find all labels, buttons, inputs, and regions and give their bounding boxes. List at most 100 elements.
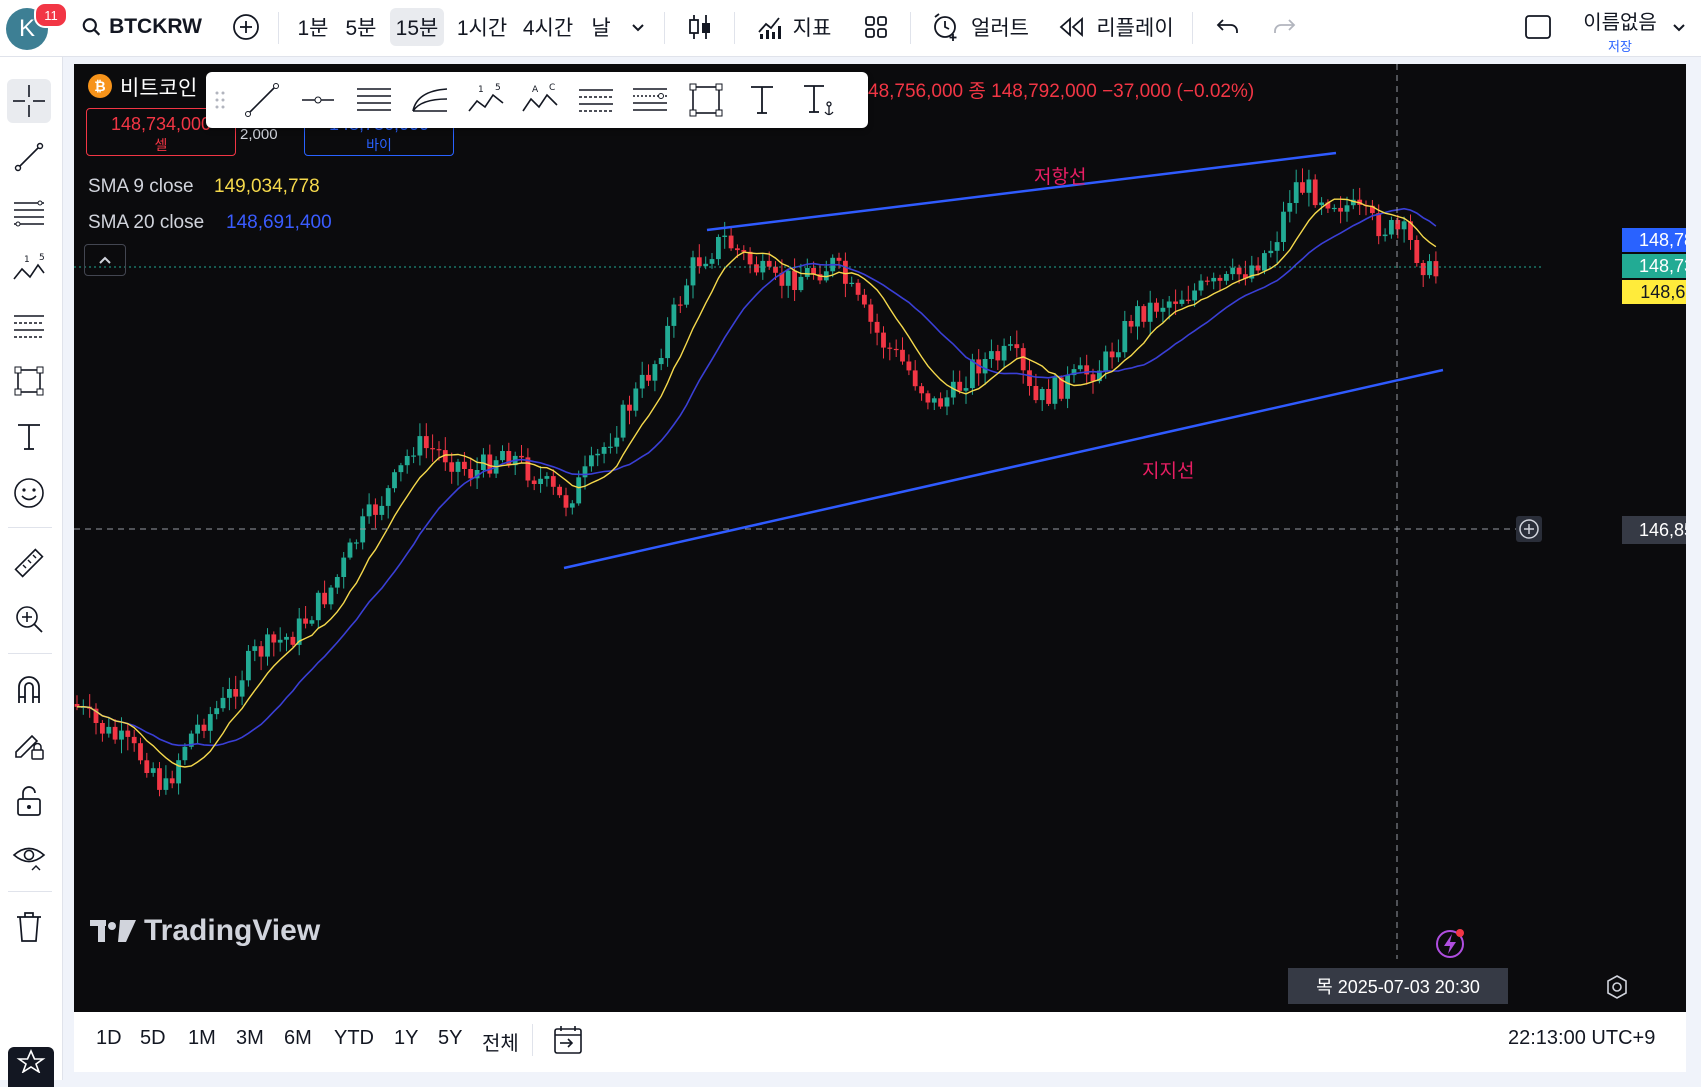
layout-name-button[interactable]: 이름없음 저장 [1570, 6, 1670, 55]
draw-forecast[interactable] [574, 80, 618, 120]
candle-body [1230, 267, 1236, 275]
favorites-tool[interactable] [8, 1047, 54, 1087]
notification-badge: 11 [34, 2, 68, 28]
chart-settings-button[interactable] [1604, 974, 1630, 1000]
interval-4h[interactable]: 4시간 [520, 8, 576, 46]
candle-body [138, 743, 143, 761]
clock-timezone[interactable]: 22:13:00 UTC+9 [1508, 1027, 1655, 1050]
candle-body [1395, 220, 1401, 230]
lightning-icon-wrapper[interactable] [1434, 926, 1468, 960]
delete-drawings-tool[interactable] [7, 905, 51, 949]
bitcoin-icon: ₿ [88, 74, 112, 98]
fullscreen-button[interactable] [1520, 8, 1556, 46]
candle-body [963, 388, 969, 391]
alarm-clock-icon [934, 13, 957, 41]
candle-body [455, 461, 461, 472]
draw-text[interactable] [740, 80, 784, 120]
candle-body [214, 708, 220, 715]
draw-parallel-channel[interactable] [352, 80, 396, 120]
chart-pane[interactable]: ₿ 비트코인 48,756,000 종 148,792,000 −37,000 … [74, 64, 1686, 1012]
price-label-sma9: 148,668,111 [1622, 280, 1686, 304]
fib-tool[interactable] [7, 191, 51, 235]
interval-1h[interactable]: 1시간 [454, 8, 510, 46]
text-tool[interactable] [7, 415, 51, 459]
candle-body [284, 636, 289, 640]
candle-body [1179, 299, 1185, 304]
draw-pitchfork[interactable] [408, 80, 452, 120]
range-3m[interactable]: 3M [236, 1027, 264, 1050]
trend-line-tool[interactable] [7, 135, 51, 179]
candle-body [106, 726, 112, 734]
range-6m[interactable]: 6M [284, 1027, 312, 1050]
candle-body [569, 503, 575, 508]
candle-body [131, 736, 137, 744]
chart-type-button[interactable] [680, 8, 720, 46]
search-icon [82, 18, 101, 36]
undo-button[interactable] [1210, 8, 1246, 46]
hide-drawings-tool[interactable] [7, 835, 51, 879]
symbol-search-button[interactable]: BTCKRW [82, 8, 202, 46]
redo-button[interactable] [1266, 8, 1302, 46]
measure-tool[interactable] [7, 541, 51, 585]
add-alert-button[interactable] [1516, 516, 1542, 542]
layout-menu-button[interactable] [1666, 8, 1692, 46]
indicators-icon [757, 17, 781, 39]
candle-body [595, 453, 601, 456]
emoji-tool[interactable] [7, 471, 51, 515]
drag-handle[interactable] [210, 80, 230, 120]
lock-drawing-tool[interactable] [7, 723, 51, 767]
candle-body [227, 689, 232, 698]
interval-5m[interactable]: 5분 [340, 8, 382, 46]
replay-button[interactable]: 리플레이 [1056, 8, 1176, 46]
range-1d[interactable]: 1D [96, 1027, 122, 1050]
candle-body [804, 268, 810, 277]
interval-dropdown[interactable] [624, 8, 652, 46]
alert-button[interactable]: 얼러트 [928, 8, 1032, 46]
range-1m[interactable]: 1M [188, 1027, 216, 1050]
draw-date-range[interactable] [628, 80, 672, 120]
candle-body [658, 358, 664, 365]
magnet-tool[interactable] [7, 667, 51, 711]
draw-abc-pattern[interactable]: AC [518, 80, 562, 120]
candle-body [722, 235, 728, 237]
range-5y[interactable]: 5Y [438, 1027, 462, 1050]
candle-body [1255, 265, 1261, 271]
shape-tool[interactable] [7, 359, 51, 403]
go-to-date-button[interactable] [552, 1025, 584, 1055]
compare-symbol-button[interactable] [228, 8, 264, 46]
indicators-button[interactable]: 지표 [752, 8, 836, 46]
candle-body [1039, 389, 1045, 401]
draw-anchored-text[interactable] [796, 80, 840, 120]
range-1y[interactable]: 1Y [394, 1027, 418, 1050]
candle-body [1287, 203, 1293, 212]
interval-day[interactable]: 날 [586, 8, 616, 46]
candle-body [601, 447, 607, 454]
candle-body [627, 404, 632, 411]
layout-grid-button[interactable] [856, 8, 896, 46]
interval-15m[interactable]: 15분 [390, 8, 444, 46]
interval-1m[interactable]: 1분 [292, 8, 334, 46]
candle-body [423, 436, 429, 449]
range-all[interactable]: 전체 [482, 1027, 519, 1056]
candle-body [1008, 344, 1013, 346]
draw-elliott-wave[interactable]: 15 [464, 80, 508, 120]
candle-body [582, 466, 588, 478]
candle-body [195, 724, 200, 734]
pattern-tool[interactable]: 15 [7, 247, 51, 291]
anchored-text-icon [804, 85, 834, 116]
range-5d[interactable]: 5D [140, 1027, 166, 1050]
draw-horizontal-ray[interactable] [296, 80, 340, 120]
lock-all-tool[interactable] [7, 779, 51, 823]
candle-body [112, 726, 118, 740]
draw-rectangle[interactable] [684, 80, 728, 120]
zoom-tool[interactable] [7, 597, 51, 641]
draw-trend-line[interactable] [240, 80, 284, 120]
collapse-legend-button[interactable] [84, 244, 126, 276]
channel-icon [357, 88, 391, 111]
candle-body [354, 542, 359, 544]
forecast-tool[interactable] [7, 303, 51, 347]
candle-body [119, 730, 124, 740]
range-ytd[interactable]: YTD [334, 1027, 374, 1050]
crosshair-tool[interactable] [7, 79, 51, 123]
candle-body [328, 587, 334, 605]
